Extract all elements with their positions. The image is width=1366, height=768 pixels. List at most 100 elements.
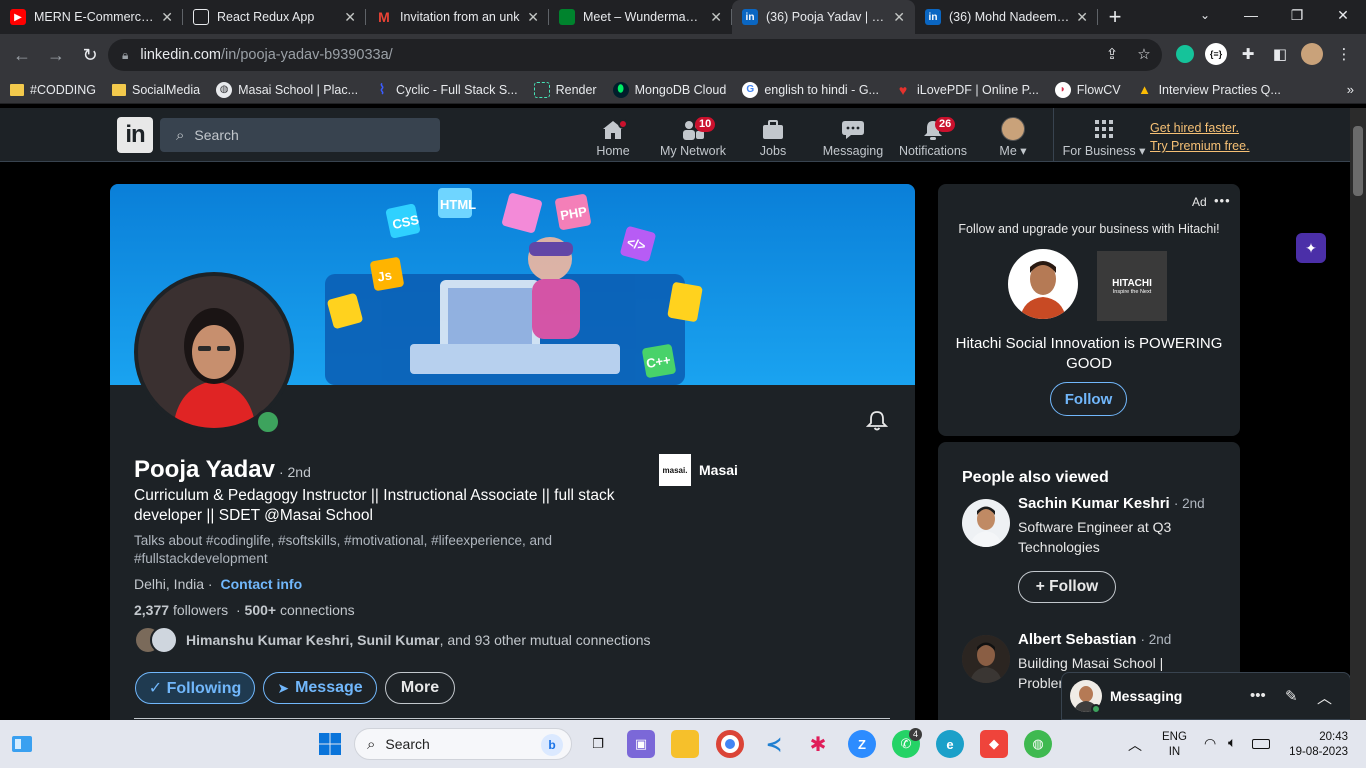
slack-icon[interactable]: ✱ [804, 730, 832, 758]
tab-search-icon[interactable]: ⌄ [1190, 0, 1220, 30]
show-hidden-icons-chevron[interactable]: ︿ [1128, 735, 1142, 755]
lang-line-2: IN [1168, 746, 1181, 758]
maps-app-icon[interactable]: ◍ [1024, 730, 1052, 758]
scrollbar-thumb[interactable] [1353, 126, 1363, 196]
restore-icon[interactable]: ❐ [1274, 0, 1320, 30]
extensions-puzzle-icon[interactable]: ✚ [1233, 39, 1263, 69]
address-bar[interactable]: 🔒︎ linkedin.com /in/pooja-yadav-b939033a… [108, 39, 1162, 71]
browser-tab[interactable]: Meet – Wunderman Th ✕ [549, 0, 732, 34]
person-avatar[interactable] [962, 499, 1010, 547]
start-windows-icon[interactable] [316, 730, 344, 758]
browser-tab[interactable]: React Redux App ✕ [183, 0, 366, 34]
json-extension-icon[interactable]: {≡} [1201, 39, 1231, 69]
edge-icon[interactable]: e [936, 730, 964, 758]
person-name[interactable]: Sachin Kumar Keshri · 2nd [1018, 495, 1205, 512]
grammarly-extension-icon[interactable] [1170, 39, 1200, 69]
chevron-up-icon[interactable]: ︿ [1317, 687, 1332, 708]
bookmark-item[interactable]: ♥ iLovePDF | Online P... [895, 82, 1039, 98]
task-view-icon[interactable]: ❐ [584, 730, 612, 758]
close-window-icon[interactable]: ✕ [1320, 0, 1366, 30]
bookmark-item[interactable]: ⌇ Cyclic - Full Stack S... [374, 81, 518, 98]
bookmark-item[interactable]: Render [533, 81, 597, 98]
widgets-icon[interactable] [10, 732, 34, 756]
person-name[interactable]: Albert Sebastian · 2nd [1018, 631, 1171, 648]
nav-label: Jobs [759, 144, 787, 158]
close-tab-icon[interactable]: ✕ [527, 9, 539, 26]
side-panel-icon[interactable]: ◧ [1265, 39, 1295, 69]
teams-chat-icon[interactable]: ▣ [627, 730, 655, 758]
follow-button[interactable]: + Follow [1018, 571, 1116, 603]
nav-notifications[interactable]: 26 Notifications [893, 114, 973, 158]
volume-icon[interactable]: 🔈︎ [1228, 734, 1236, 751]
more-options-icon[interactable]: ••• [1214, 193, 1231, 208]
profile-avatar-icon[interactable] [1297, 39, 1327, 69]
close-tab-icon[interactable]: ✕ [344, 9, 356, 26]
nav-me[interactable]: Me ▾ [973, 114, 1053, 158]
nav-jobs[interactable]: Jobs [733, 114, 813, 158]
system-clock[interactable]: 20:43 19-08-2023 [1280, 730, 1348, 760]
profile-photo[interactable] [134, 272, 294, 432]
chrome-menu-icon[interactable]: ⋮ [1329, 39, 1359, 69]
taskbar-search-input[interactable]: ⌕ Search b [354, 728, 572, 760]
following-button[interactable]: ✓ Following [135, 672, 255, 704]
page-scrollbar[interactable] [1350, 108, 1366, 720]
wifi-icon[interactable]: ◠ [1204, 735, 1216, 752]
ai-assistant-extension-icon[interactable]: ✦ [1296, 233, 1326, 263]
reload-icon[interactable]: ↻ [74, 39, 106, 71]
share-icon[interactable]: ⇪ [1097, 39, 1127, 69]
anydesk-icon[interactable]: ◆ [980, 730, 1008, 758]
zoom-icon[interactable]: Z [848, 730, 876, 758]
messaging-overlay-bar[interactable]: Messaging ••• ✎ ︿ [1061, 672, 1350, 720]
premium-upsell-link[interactable]: Get hired faster. Try Premium free. [1150, 119, 1250, 155]
more-options-icon[interactable]: ••• [1250, 687, 1266, 704]
file-explorer-icon[interactable] [671, 730, 699, 758]
nav-for-business[interactable]: For Business ▾ [1063, 114, 1145, 158]
followers-link[interactable]: 2,377 followers [134, 602, 228, 618]
new-tab-button[interactable]: + [1098, 0, 1132, 34]
bookmark-item[interactable]: ◍ Masai School | Plac... [216, 81, 358, 98]
input-language-indicator[interactable]: ENG IN [1162, 730, 1187, 760]
follow-bell-icon[interactable] [865, 410, 889, 438]
bookmark-item[interactable]: ◗ FlowCV [1054, 81, 1121, 98]
minimize-icon[interactable]: — [1228, 0, 1274, 30]
back-arrow-icon[interactable]: ← [6, 39, 38, 71]
mutual-connections[interactable]: Himanshu Kumar Keshri, Sunil Kumar, and … [134, 626, 651, 654]
clock-time: 20:43 [1319, 731, 1348, 743]
browser-tab-active[interactable]: in (36) Pooja Yadav | Link ✕ [732, 0, 915, 34]
bookmark-item[interactable]: Genglish to hindi - G... [742, 81, 879, 98]
browser-tab[interactable]: M Invitation from an unk ✕ [366, 0, 549, 34]
person-avatar[interactable] [962, 635, 1010, 683]
nav-messaging[interactable]: Messaging [813, 114, 893, 158]
close-tab-icon[interactable]: ✕ [1076, 9, 1088, 26]
bookmark-item[interactable]: #CODDING [10, 83, 96, 97]
chevron-down-icon: ▾ [1020, 144, 1027, 158]
forward-arrow-icon[interactable]: → [40, 39, 72, 71]
more-button[interactable]: More [385, 672, 455, 704]
linkedin-search-input[interactable]: ⌕ Search [160, 118, 440, 152]
compose-icon[interactable]: ✎ [1285, 687, 1298, 705]
linkedin-logo-icon[interactable]: in [117, 117, 153, 153]
bookmark-item[interactable]: ⬮ MongoDB Cloud [612, 81, 726, 98]
mutual-text: Himanshu Kumar Keshri, Sunil Kumar, and … [186, 632, 651, 648]
battery-icon[interactable] [1252, 739, 1270, 749]
bookmark-star-icon[interactable]: ☆ [1129, 39, 1159, 69]
current-company[interactable]: masai. Masai [659, 454, 738, 486]
close-tab-icon[interactable]: ✕ [161, 9, 173, 26]
contact-info-link[interactable]: Contact info [220, 576, 302, 592]
close-tab-icon[interactable]: ✕ [710, 9, 722, 26]
connections-link[interactable]: 500+ connections [245, 602, 355, 618]
nav-home[interactable]: Home [573, 114, 653, 158]
browser-tab[interactable]: in (36) Mohd Nadeem | L ✕ [915, 0, 1098, 34]
followers-count: 2,377 [134, 602, 170, 618]
ad-follow-button[interactable]: Follow [1050, 382, 1127, 416]
bookmark-item[interactable]: ▲ Interview Practies Q... [1137, 82, 1281, 98]
url-host: linkedin.com [140, 47, 221, 63]
close-tab-icon[interactable]: ✕ [893, 9, 905, 26]
chrome-icon[interactable] [716, 730, 744, 758]
nav-my-network[interactable]: 10 My Network [653, 114, 733, 158]
more-bookmarks-icon[interactable]: » [1347, 82, 1354, 97]
bookmark-item[interactable]: SocialMedia [111, 83, 200, 97]
message-button[interactable]: ➤ Message [263, 672, 377, 704]
browser-tab[interactable]: ▶ MERN E-Commerce - ✕ [0, 0, 183, 34]
vscode-icon[interactable]: ≺ [760, 730, 788, 758]
